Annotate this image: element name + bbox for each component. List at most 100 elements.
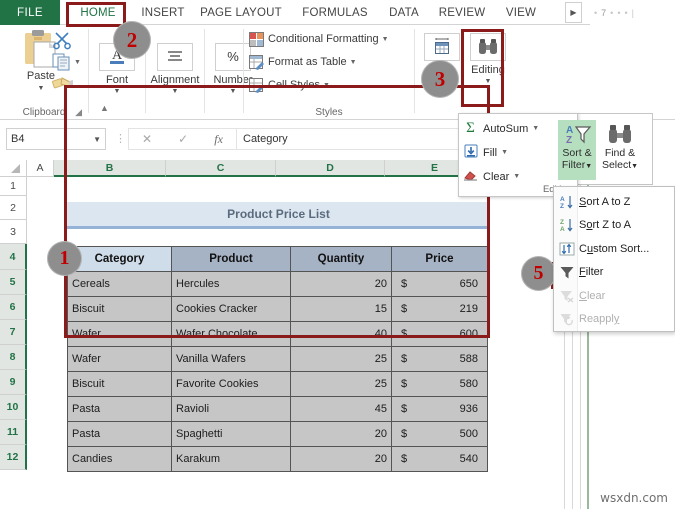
table-row[interactable]: Biscuit Cookies Cracker 15 $219 (67, 296, 488, 322)
cell-quantity[interactable]: 20 (290, 271, 392, 297)
cell-quantity[interactable]: 20 (290, 421, 392, 447)
row-header-11[interactable]: 11 (0, 420, 27, 445)
font-caret-icon[interactable]: ▼ (114, 88, 121, 95)
cell-price[interactable]: $600 (391, 321, 488, 347)
alignment-caret-icon[interactable]: ▼ (172, 88, 179, 95)
cell-quantity[interactable]: 25 (290, 371, 392, 397)
cell-price[interactable]: $936 (391, 396, 488, 422)
chevron-down-icon[interactable]: ▼ (501, 149, 508, 156)
cell-styles-button[interactable]: Cell Styles ▼ (249, 75, 330, 95)
tab-view[interactable]: VIEW (500, 0, 542, 25)
row-header-5[interactable]: 5 (0, 270, 27, 295)
menu-item-custom-sort[interactable]: Custom Sort... (555, 237, 674, 260)
panel-collapse-caret-icon[interactable]: ▲ (100, 103, 109, 113)
fill-button[interactable]: Fill ▼ (462, 142, 508, 163)
column-header-quantity[interactable]: Quantity (290, 246, 392, 272)
column-header-A[interactable]: A (27, 160, 54, 177)
column-header-C[interactable]: C (166, 160, 276, 177)
row-header-7[interactable]: 7 (0, 320, 27, 345)
sort-and-filter-button[interactable]: A Z Sort & Filter▼ (558, 120, 596, 180)
column-header-product[interactable]: Product (171, 246, 291, 272)
cell-product[interactable]: Hercules (171, 271, 291, 297)
chevron-down-icon[interactable]: ▼ (350, 59, 357, 66)
tab-file[interactable]: FILE (0, 0, 60, 25)
chevron-down-icon[interactable]: ▼ (93, 135, 101, 144)
cell-category[interactable]: Pasta (67, 396, 172, 422)
cell-quantity[interactable]: 15 (290, 296, 392, 322)
cell-price[interactable]: $500 (391, 421, 488, 447)
column-header-D[interactable]: D (276, 160, 385, 177)
chevron-down-icon[interactable]: ▼ (513, 173, 520, 180)
copy-caret-icon[interactable]: ▼ (74, 59, 81, 66)
chevron-down-icon[interactable]: ▼ (532, 125, 539, 132)
cell-category[interactable]: Pasta (67, 421, 172, 447)
row-header-6[interactable]: 6 (0, 295, 27, 320)
tab-page-layout[interactable]: PAGE LAYOUT (196, 0, 286, 25)
cell-price[interactable]: $588 (391, 346, 488, 372)
format-painter-button[interactable] (52, 74, 74, 92)
cell-category[interactable]: Biscuit (67, 371, 172, 397)
cell-category[interactable]: Cereals (67, 271, 172, 297)
cell-product[interactable]: Spaghetti (171, 421, 291, 447)
row-header-9[interactable]: 9 (0, 370, 27, 395)
menu-item-sort-a-to-z[interactable]: A Z Sort A to Z (555, 190, 674, 213)
cell-category[interactable]: Candies (67, 446, 172, 472)
table-row[interactable]: Biscuit Favorite Cookies 25 $580 (67, 371, 488, 397)
cell-category[interactable]: Wafer (67, 346, 172, 372)
chevron-down-icon[interactable]: ▼ (323, 82, 330, 89)
menu-item-filter[interactable]: Filter (555, 261, 674, 284)
cell-quantity[interactable]: 45 (290, 396, 392, 422)
copy-button[interactable] (52, 53, 72, 71)
tab-review[interactable]: REVIEW (435, 0, 489, 25)
tab-data[interactable]: DATA (384, 0, 424, 25)
cell-product[interactable]: Karakum (171, 446, 291, 472)
cell-quantity[interactable]: 25 (290, 346, 392, 372)
conditional-formatting-button[interactable]: Conditional Formatting ▼ (249, 29, 389, 49)
table-row[interactable]: Pasta Spaghetti 20 $500 (67, 421, 488, 447)
cell-product[interactable]: Vanilla Wafers (171, 346, 291, 372)
table-row[interactable]: Candies Karakum 20 $540 (67, 446, 488, 472)
paste-caret-icon[interactable]: ▼ (38, 85, 45, 92)
row-header-1[interactable]: 1 (0, 177, 27, 196)
confirm-check-icon[interactable]: ✓ (178, 132, 188, 146)
cell-product[interactable]: Favorite Cookies (171, 371, 291, 397)
fx-icon[interactable]: fx (214, 132, 223, 147)
cell-price[interactable]: $580 (391, 371, 488, 397)
row-header-2[interactable]: 2 (0, 196, 27, 220)
alignment-group-button[interactable]: Alignment ▼ (149, 43, 201, 107)
chevron-down-icon[interactable]: ▼ (382, 36, 389, 43)
cell-price[interactable]: $540 (391, 446, 488, 472)
column-header-category[interactable]: Category (67, 246, 172, 272)
row-header-10[interactable]: 10 (0, 395, 27, 420)
tab-insert[interactable]: INSERT (138, 0, 188, 25)
row-header-3[interactable]: 3 (0, 220, 27, 244)
table-row[interactable]: Wafer Vanilla Wafers 25 $588 (67, 346, 488, 372)
number-caret-icon[interactable]: ▼ (230, 88, 237, 95)
menu-item-sort-z-to-a[interactable]: Z A Sort Z to A (555, 214, 674, 237)
column-header-B[interactable]: B (54, 160, 166, 177)
clear-button[interactable]: Clear ▼ (462, 166, 520, 187)
find-and-select-button[interactable]: Find & Select▼ (598, 120, 642, 180)
cut-button[interactable] (52, 30, 72, 50)
table-row[interactable]: Pasta Ravioli 45 $936 (67, 396, 488, 422)
row-header-8[interactable]: 8 (0, 345, 27, 370)
cell-price[interactable]: $219 (391, 296, 488, 322)
column-header-price[interactable]: Price (391, 246, 488, 272)
cell-category[interactable]: Biscuit (67, 296, 172, 322)
row-header-12[interactable]: 12 (0, 445, 27, 470)
cell-product[interactable]: Cookies Cracker (171, 296, 291, 322)
name-box[interactable]: B4 ▼ (6, 128, 106, 150)
cell-product[interactable]: Ravioli (171, 396, 291, 422)
chevron-right-icon[interactable]: ▶ (565, 2, 582, 23)
cell-price[interactable]: $650 (391, 271, 488, 297)
cell-product[interactable]: Wafer Chocolate (171, 321, 291, 347)
table-row[interactable]: Cereals Hercules 20 $650 (67, 271, 488, 297)
cell-category[interactable]: Wafer (67, 321, 172, 347)
cell-quantity[interactable]: 20 (290, 446, 392, 472)
row-header-4[interactable]: 4 (0, 244, 27, 270)
format-as-table-button[interactable]: Format as Table ▼ (249, 52, 357, 72)
select-all-corner[interactable] (0, 160, 27, 177)
tab-formulas[interactable]: FORMULAS (298, 0, 372, 25)
cancel-x-icon[interactable]: ✕ (142, 132, 152, 146)
table-row[interactable]: Wafer Wafer Chocolate 40 $600 (67, 321, 488, 347)
